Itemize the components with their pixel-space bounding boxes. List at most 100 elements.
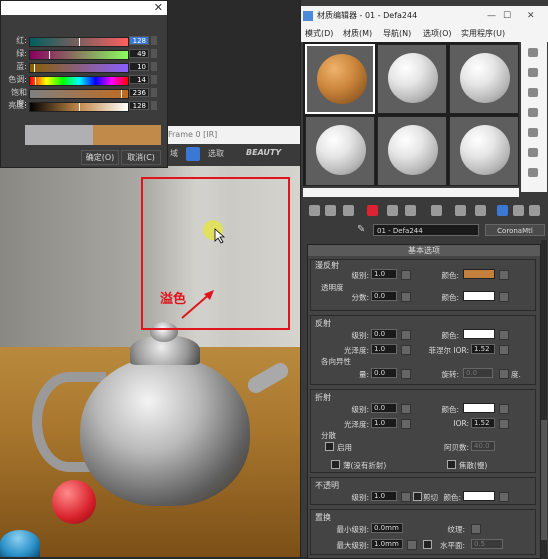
minimize-icon[interactable]: — [487, 6, 496, 26]
region-select-icon[interactable] [186, 147, 200, 161]
refraction-color-swatch[interactable] [463, 403, 495, 413]
slider-thumb[interactable] [48, 51, 50, 59]
diffuse-color-map-button[interactable] [499, 270, 509, 280]
ior-field[interactable]: 1.52 [471, 418, 495, 428]
maximize-icon[interactable]: ☐ [503, 6, 511, 26]
rollout-scrollbar[interactable] [541, 240, 547, 557]
menu-options[interactable]: 选项(O) [423, 26, 452, 42]
refraction-gloss-map-button[interactable] [401, 419, 411, 429]
material-slot[interactable] [305, 116, 375, 186]
fresnel-ior-field[interactable]: 1.52 [471, 344, 495, 354]
min-level-field[interactable]: 0.0mm [371, 523, 403, 533]
assign-to-selection-icon[interactable] [343, 205, 354, 216]
color-slider[interactable] [29, 37, 129, 47]
rollout-title[interactable]: 基本选项 [308, 245, 540, 256]
slider-thumb[interactable] [79, 103, 80, 111]
slider-thumb[interactable] [35, 77, 37, 85]
translucency-color-swatch[interactable] [463, 291, 495, 301]
background-icon[interactable] [528, 88, 538, 97]
go-sibling-icon[interactable] [529, 205, 540, 216]
close-icon[interactable]: ✕ [154, 1, 163, 14]
value-spinner[interactable] [151, 75, 157, 84]
opacity-color-map-button[interactable] [499, 492, 509, 502]
delete-icon[interactable] [367, 205, 378, 216]
show-shaded-icon[interactable] [497, 205, 508, 216]
value-spinner[interactable] [151, 49, 157, 58]
abbe-field[interactable]: 40.0 [471, 441, 495, 451]
menu-navigation[interactable]: 导航(N) [383, 26, 411, 42]
select-dropdown[interactable]: 选取 [208, 148, 224, 159]
dispersion-enable-checkbox[interactable] [325, 442, 334, 451]
value-spinner[interactable] [151, 101, 157, 110]
material-id-icon[interactable] [455, 205, 466, 216]
beauty-channel[interactable]: BEAUTY [246, 148, 281, 157]
video-check-icon[interactable] [528, 128, 538, 137]
diffuse-level-map-button[interactable] [401, 270, 411, 280]
opacity-color-swatch[interactable] [463, 491, 495, 501]
options-icon[interactable] [528, 168, 538, 177]
color-slider[interactable] [29, 50, 129, 60]
anisotropy-amount-field[interactable]: 0.0 [371, 368, 397, 378]
diffuse-color-swatch[interactable] [463, 269, 495, 279]
color-slider[interactable] [29, 63, 129, 73]
ior-map-button[interactable] [499, 419, 509, 429]
reflection-gloss-field[interactable]: 1.0 [371, 344, 397, 354]
ok-button[interactable]: 确定(O) [81, 150, 119, 165]
thin-checkbox[interactable] [331, 460, 340, 469]
color-value-field[interactable]: 49 [129, 49, 149, 58]
color-value-field[interactable]: 128 [129, 36, 149, 45]
anisotropy-amount-map-button[interactable] [401, 369, 411, 379]
rotation-map-button[interactable] [499, 369, 509, 379]
fraction-map-button[interactable] [401, 292, 411, 302]
opacity-level-field[interactable]: 1.0 [371, 491, 397, 501]
material-name-field[interactable]: 01 - Defa244 [373, 224, 479, 236]
material-slot[interactable] [449, 116, 519, 186]
refraction-color-map-button[interactable] [499, 404, 509, 414]
material-slot[interactable] [377, 44, 447, 114]
texture-map-button[interactable] [471, 524, 481, 534]
material-type-button[interactable]: CoronaMtl [485, 224, 545, 236]
scrollbar-thumb[interactable] [541, 420, 547, 540]
max-level-field[interactable]: 1.0mm [371, 539, 403, 549]
value-spinner[interactable] [151, 62, 157, 71]
region-field[interactable]: 域 [170, 148, 178, 159]
slider-thumb[interactable] [121, 90, 123, 98]
value-spinner[interactable] [151, 88, 157, 97]
color-value-field[interactable]: 236 [129, 88, 149, 97]
color-value-field[interactable]: 128 [129, 101, 149, 110]
menu-material[interactable]: 材质(M) [343, 26, 372, 42]
caustics-checkbox[interactable] [447, 460, 456, 469]
library-icon[interactable] [431, 205, 442, 216]
get-material-icon[interactable] [309, 205, 320, 216]
diffuse-level-field[interactable]: 1.0 [371, 269, 397, 279]
max-level-map-button[interactable] [407, 540, 417, 550]
backlight-icon[interactable] [528, 68, 538, 77]
unique-icon[interactable] [405, 205, 416, 216]
show-map-icon[interactable] [475, 205, 486, 216]
uv-tiling-icon[interactable] [528, 108, 538, 117]
menu-utilities[interactable]: 实用程序(U) [461, 26, 505, 42]
refraction-gloss-field[interactable]: 1.0 [371, 418, 397, 428]
reflection-level-map-button[interactable] [401, 330, 411, 340]
slider-thumb[interactable] [33, 64, 35, 72]
material-slot[interactable] [305, 44, 375, 114]
slots-horizontal-scrollbar[interactable] [303, 188, 519, 197]
material-slot[interactable] [449, 44, 519, 114]
color-slider[interactable] [29, 76, 129, 86]
fresnel-map-button[interactable] [499, 345, 509, 355]
translucency-map-button[interactable] [499, 292, 509, 302]
reflection-color-swatch[interactable] [463, 329, 495, 339]
color-value-field[interactable]: 14 [129, 75, 149, 84]
sample-type-icon[interactable] [528, 48, 538, 57]
reflection-level-field[interactable]: 0.0 [371, 329, 397, 339]
value-spinner[interactable] [151, 36, 157, 45]
close-icon[interactable]: ✕ [527, 6, 535, 26]
cancel-button[interactable]: 取消(C) [121, 150, 161, 165]
reflection-gloss-map-button[interactable] [401, 345, 411, 355]
preview-icon[interactable] [528, 148, 538, 157]
water-level-field[interactable]: 0.5 [471, 539, 503, 549]
cutout-checkbox[interactable] [413, 492, 422, 501]
go-parent-icon[interactable] [513, 205, 524, 216]
slider-thumb[interactable] [79, 38, 80, 46]
refraction-level-field[interactable]: 0.0 [371, 403, 397, 413]
